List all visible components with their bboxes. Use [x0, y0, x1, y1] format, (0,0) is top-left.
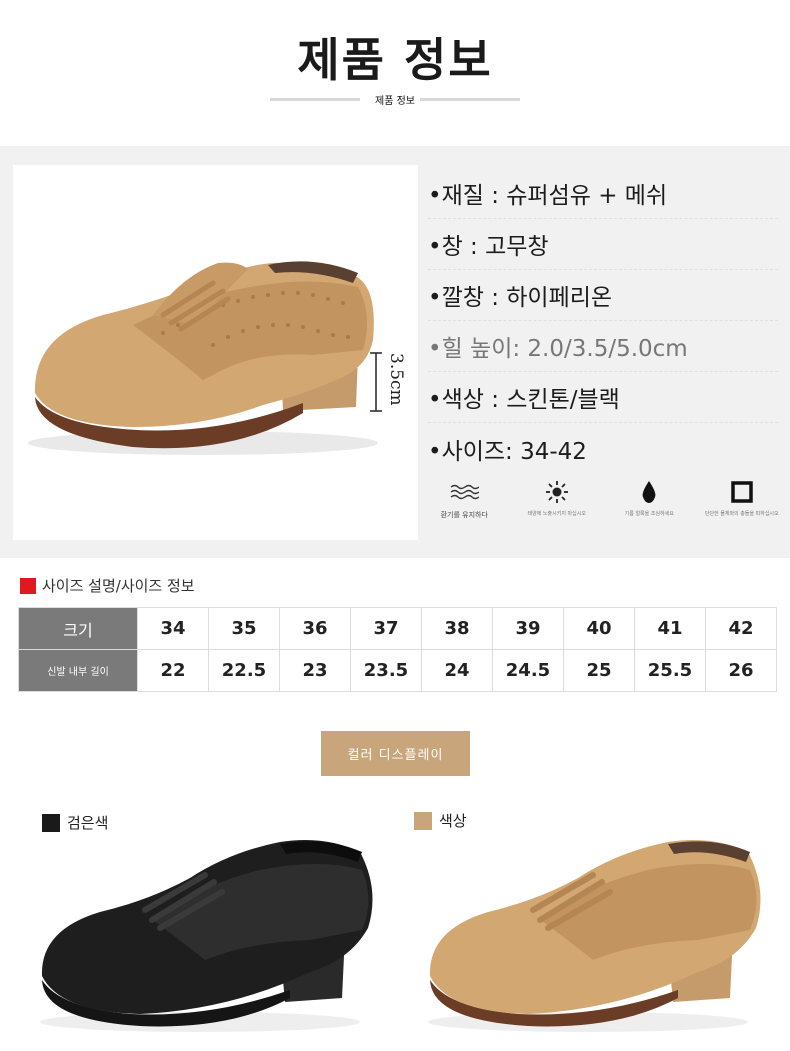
- size-cell: 36: [279, 607, 351, 650]
- spec-list: •재질 : 슈퍼섬유 + 메쉬 •창 : 고무창 •깔창 : 하이페리온 •힐 …: [428, 168, 778, 474]
- feature-sun: 태양에 노출시키지 마십시오: [511, 480, 604, 530]
- feature-square: 단단한 물체와의 충돌을 피하십시오: [696, 480, 789, 530]
- square-icon: [727, 480, 757, 504]
- size-heading: 사이즈 설명/사이즈 정보: [20, 575, 195, 596]
- length-cell: 22: [137, 649, 209, 692]
- length-cell: 25.5: [634, 649, 706, 692]
- size-cell: 34: [137, 607, 209, 650]
- ventilation-icon: [449, 480, 480, 504]
- black-swatch: [42, 813, 60, 832]
- size-table: 크기 34 35 36 37 38 39 40 41 42 신발 내부 길이 2…: [18, 607, 777, 692]
- length-cell: 24: [421, 649, 493, 692]
- heel-height-label: 3.5cm: [386, 353, 406, 406]
- size-row-header: 크기: [18, 607, 138, 650]
- tan-shoe-illustration: 3.5cm: [28, 261, 406, 455]
- spec-color: •색상 : 스킨톤/블랙: [428, 372, 778, 423]
- care-features: 환기를 유지하다 태양에 노출시키지 마십시오 기름 얼룩을 조심하세요 단단한…: [418, 480, 788, 530]
- color-option-label: 색상: [439, 812, 467, 830]
- feature-drop: 기름 얼룩을 조심하세요: [603, 480, 696, 530]
- feature-caption: 환기를 유지하다: [440, 511, 488, 519]
- page-title: 제품 정보: [297, 33, 493, 87]
- feature-caption: 단단한 물체와의 충돌을 피하십시오: [704, 511, 779, 517]
- length-cell: 23.5: [350, 649, 422, 692]
- page-subtitle-text: 제품 정보: [372, 96, 418, 107]
- tan-shoe-image: [428, 839, 761, 1032]
- length-row-header: 신발 내부 길이: [18, 649, 138, 692]
- size-cell: 41: [634, 607, 706, 650]
- spec-heel-height: •힐 높이: 2.0/3.5/5.0cm: [428, 321, 778, 372]
- length-cell: 26: [705, 649, 777, 692]
- spec-insole: •깔창 : 하이페리온: [428, 270, 778, 321]
- length-cell: 23: [279, 649, 351, 692]
- table-row-length: 신발 내부 길이 22 22.5 23 23.5 24 24.5 25 25.5…: [18, 649, 777, 692]
- size-cell: 38: [421, 607, 493, 650]
- section-marker-icon: [20, 577, 36, 594]
- color-option-tan[interactable]: 색상: [414, 810, 467, 831]
- size-cell: 39: [492, 607, 564, 650]
- black-shoe-image: [40, 839, 373, 1032]
- table-row-size: 크기 34 35 36 37 38 39 40 41 42: [18, 607, 777, 650]
- size-cell: 42: [705, 607, 777, 650]
- feature-ventilation: 환기를 유지하다: [418, 480, 511, 530]
- length-cell: 24.5: [492, 649, 564, 692]
- water-drop-icon: [634, 480, 664, 504]
- length-cell: 22.5: [208, 649, 280, 692]
- size-cell: 40: [563, 607, 635, 650]
- feature-caption: 기름 얼룩을 조심하세요: [624, 511, 674, 517]
- feature-caption: 태양에 노출시키지 마십시오: [527, 511, 586, 517]
- spec-sole: •창 : 고무창: [428, 219, 778, 270]
- length-cell: 25: [563, 649, 635, 692]
- size-cell: 35: [208, 607, 280, 650]
- tan-swatch: [414, 811, 432, 830]
- spec-size: •사이즈: 34-42: [428, 438, 587, 465]
- size-cell: 37: [350, 607, 422, 650]
- size-heading-text: 사이즈 설명/사이즈 정보: [42, 577, 195, 595]
- sun-icon: [542, 480, 572, 504]
- spec-material: •재질 : 슈퍼섬유 + 메쉬: [428, 168, 778, 219]
- color-display-button[interactable]: 컬러 디스플레이: [321, 731, 470, 776]
- product-photo: 3.5cm: [13, 165, 418, 540]
- page-subtitle: 제품 정보: [0, 92, 790, 107]
